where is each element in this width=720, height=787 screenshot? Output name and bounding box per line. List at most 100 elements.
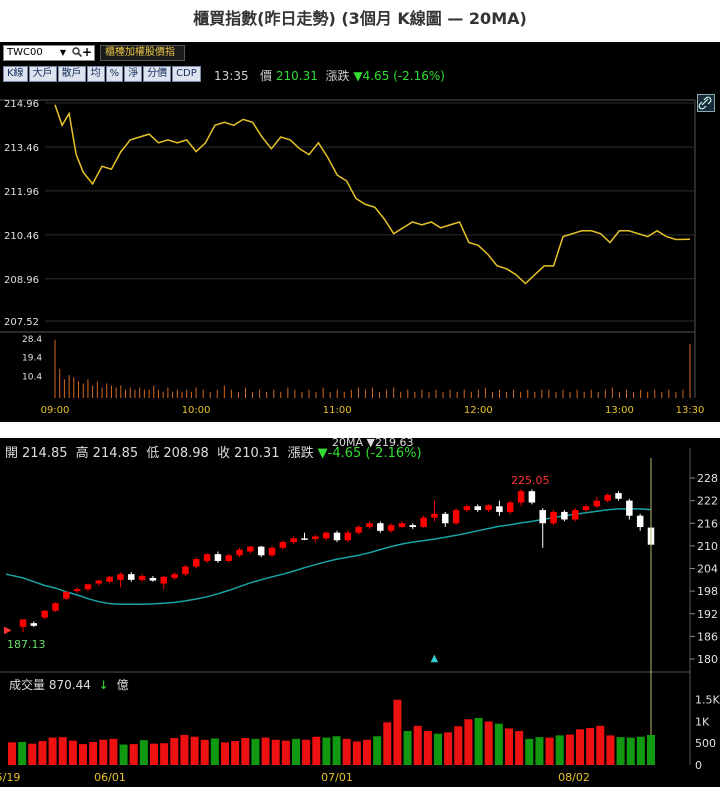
- candle-body: [182, 566, 189, 575]
- candle-body: [496, 506, 503, 512]
- daily-volume-bar: [373, 736, 382, 765]
- daily-volume-bar: [596, 725, 605, 765]
- daily-volume-bar: [231, 741, 240, 765]
- daily-volume-bar: [555, 735, 564, 765]
- candle-body: [431, 513, 438, 518]
- daily-volume-bar: [38, 741, 47, 765]
- high-label: 高: [75, 446, 89, 461]
- candle-body: [506, 502, 514, 512]
- candle-body: [626, 500, 633, 516]
- intraday-x-tick: 12:00: [464, 405, 493, 416]
- daily-volume-tick: 1K: [695, 715, 710, 728]
- close-label: 收: [216, 446, 230, 461]
- daily-volume-bar: [89, 741, 98, 765]
- daily-volume-bar: [474, 717, 483, 765]
- open-value: 214.85: [22, 446, 68, 461]
- candle-body: [409, 525, 417, 528]
- candle-body: [279, 542, 287, 548]
- candle-body: [128, 574, 135, 580]
- daily-volume-bar: [586, 728, 595, 765]
- intraday-price-line: [54, 104, 691, 285]
- daily-change-label: 漲跌: [287, 446, 314, 461]
- intraday-y-tick: 214.96: [4, 99, 39, 110]
- volume-line: 成交量 870.44 ↓ 億: [9, 676, 129, 693]
- candle-body: [63, 591, 70, 599]
- candle-body: [149, 577, 157, 581]
- intraday-volume-tick: 10.4: [22, 372, 42, 382]
- daily-volume-bar: [129, 744, 138, 765]
- daily-volume-bar: [99, 739, 108, 765]
- candle-body: [236, 549, 243, 556]
- intraday-y-tick: 211.96: [4, 187, 39, 198]
- daily-volume-bar: [484, 721, 493, 765]
- daily-volume-tick: 500: [695, 737, 716, 750]
- intraday-x-tick: 11:00: [323, 405, 352, 416]
- daily-volume-bar: [545, 737, 554, 765]
- intraday-x-tick: 13:30: [676, 405, 705, 416]
- candle-body: [268, 547, 276, 556]
- candle-body: [355, 527, 362, 533]
- daily-volume-tick: 0: [695, 759, 702, 772]
- candle-body: [517, 491, 525, 503]
- daily-volume-bar: [332, 736, 341, 765]
- daily-volume-bar: [434, 733, 442, 765]
- candle-body: [442, 513, 449, 524]
- candle-body: [528, 491, 536, 503]
- volume-value: 870.44: [48, 678, 91, 692]
- volume-arrow: ↓: [98, 678, 109, 692]
- daily-volume-bar: [525, 738, 534, 765]
- candle-body: [615, 493, 622, 499]
- daily-volume-bar: [8, 742, 16, 765]
- daily-volume-bar: [454, 726, 463, 765]
- left-edge-marker: ▶: [4, 625, 12, 636]
- candle-body: [561, 511, 568, 520]
- daily-volume-bar: [292, 738, 300, 765]
- low-label: 低: [146, 446, 160, 461]
- daily-y-tick: 222: [697, 495, 718, 508]
- daily-volume-bar: [109, 738, 118, 765]
- candle-body: [203, 554, 211, 561]
- daily-volume-bar: [160, 743, 169, 765]
- candle-body: [30, 623, 38, 626]
- intraday-y-tick: 207.52: [4, 317, 39, 328]
- candle-body: [593, 500, 601, 507]
- daily-y-tick: 216: [697, 517, 718, 530]
- candle-body: [539, 510, 546, 524]
- page-title: 櫃買指數(昨日走勢) (3個月 K線圖 — 20MA): [193, 9, 527, 28]
- candle-body: [138, 576, 146, 580]
- daily-volume-bar: [647, 734, 655, 765]
- daily-x-tick: 07/01: [321, 771, 353, 784]
- daily-volume-bar: [312, 736, 321, 765]
- intraday-x-tick: 09:00: [41, 405, 70, 416]
- candle-body: [106, 576, 113, 582]
- volume-unit: 億: [116, 678, 129, 692]
- candle-body: [41, 610, 48, 618]
- candle-body: [571, 510, 579, 520]
- candle-body: [322, 532, 330, 539]
- marker-triangle: ▲: [430, 653, 438, 664]
- intraday-volume-tick: 19.4: [22, 354, 42, 364]
- daily-volume-bar: [79, 744, 87, 765]
- daily-volume-bar: [383, 722, 392, 765]
- daily-volume-bar: [535, 737, 544, 765]
- daily-volume-bar: [515, 731, 524, 765]
- candle-body: [290, 538, 297, 543]
- volume-label: 成交量: [9, 678, 46, 692]
- daily-volume-bar: [626, 737, 635, 765]
- ma-legend: 20MA ▼219.63: [332, 436, 414, 449]
- low-value: 208.98: [163, 446, 209, 461]
- candle-body: [225, 555, 232, 561]
- candle-body: [84, 584, 92, 590]
- daily-volume-bar: [200, 739, 209, 765]
- daily-volume-bar: [352, 741, 361, 765]
- daily-volume-bar: [210, 738, 219, 765]
- daily-volume-bar: [444, 732, 453, 765]
- candle-body: [387, 525, 395, 531]
- candle-body: [377, 523, 384, 531]
- daily-volume-bar: [139, 740, 148, 765]
- daily-panel: 228 222 216 210 204 198 192 186 180 225.05 187.13 ▲…: [0, 436, 720, 787]
- candle-body: [117, 574, 124, 580]
- intraday-x-tick: 10:00: [182, 405, 211, 416]
- intraday-y-tick: 213.46: [4, 143, 39, 154]
- daily-volume-bar: [18, 741, 27, 765]
